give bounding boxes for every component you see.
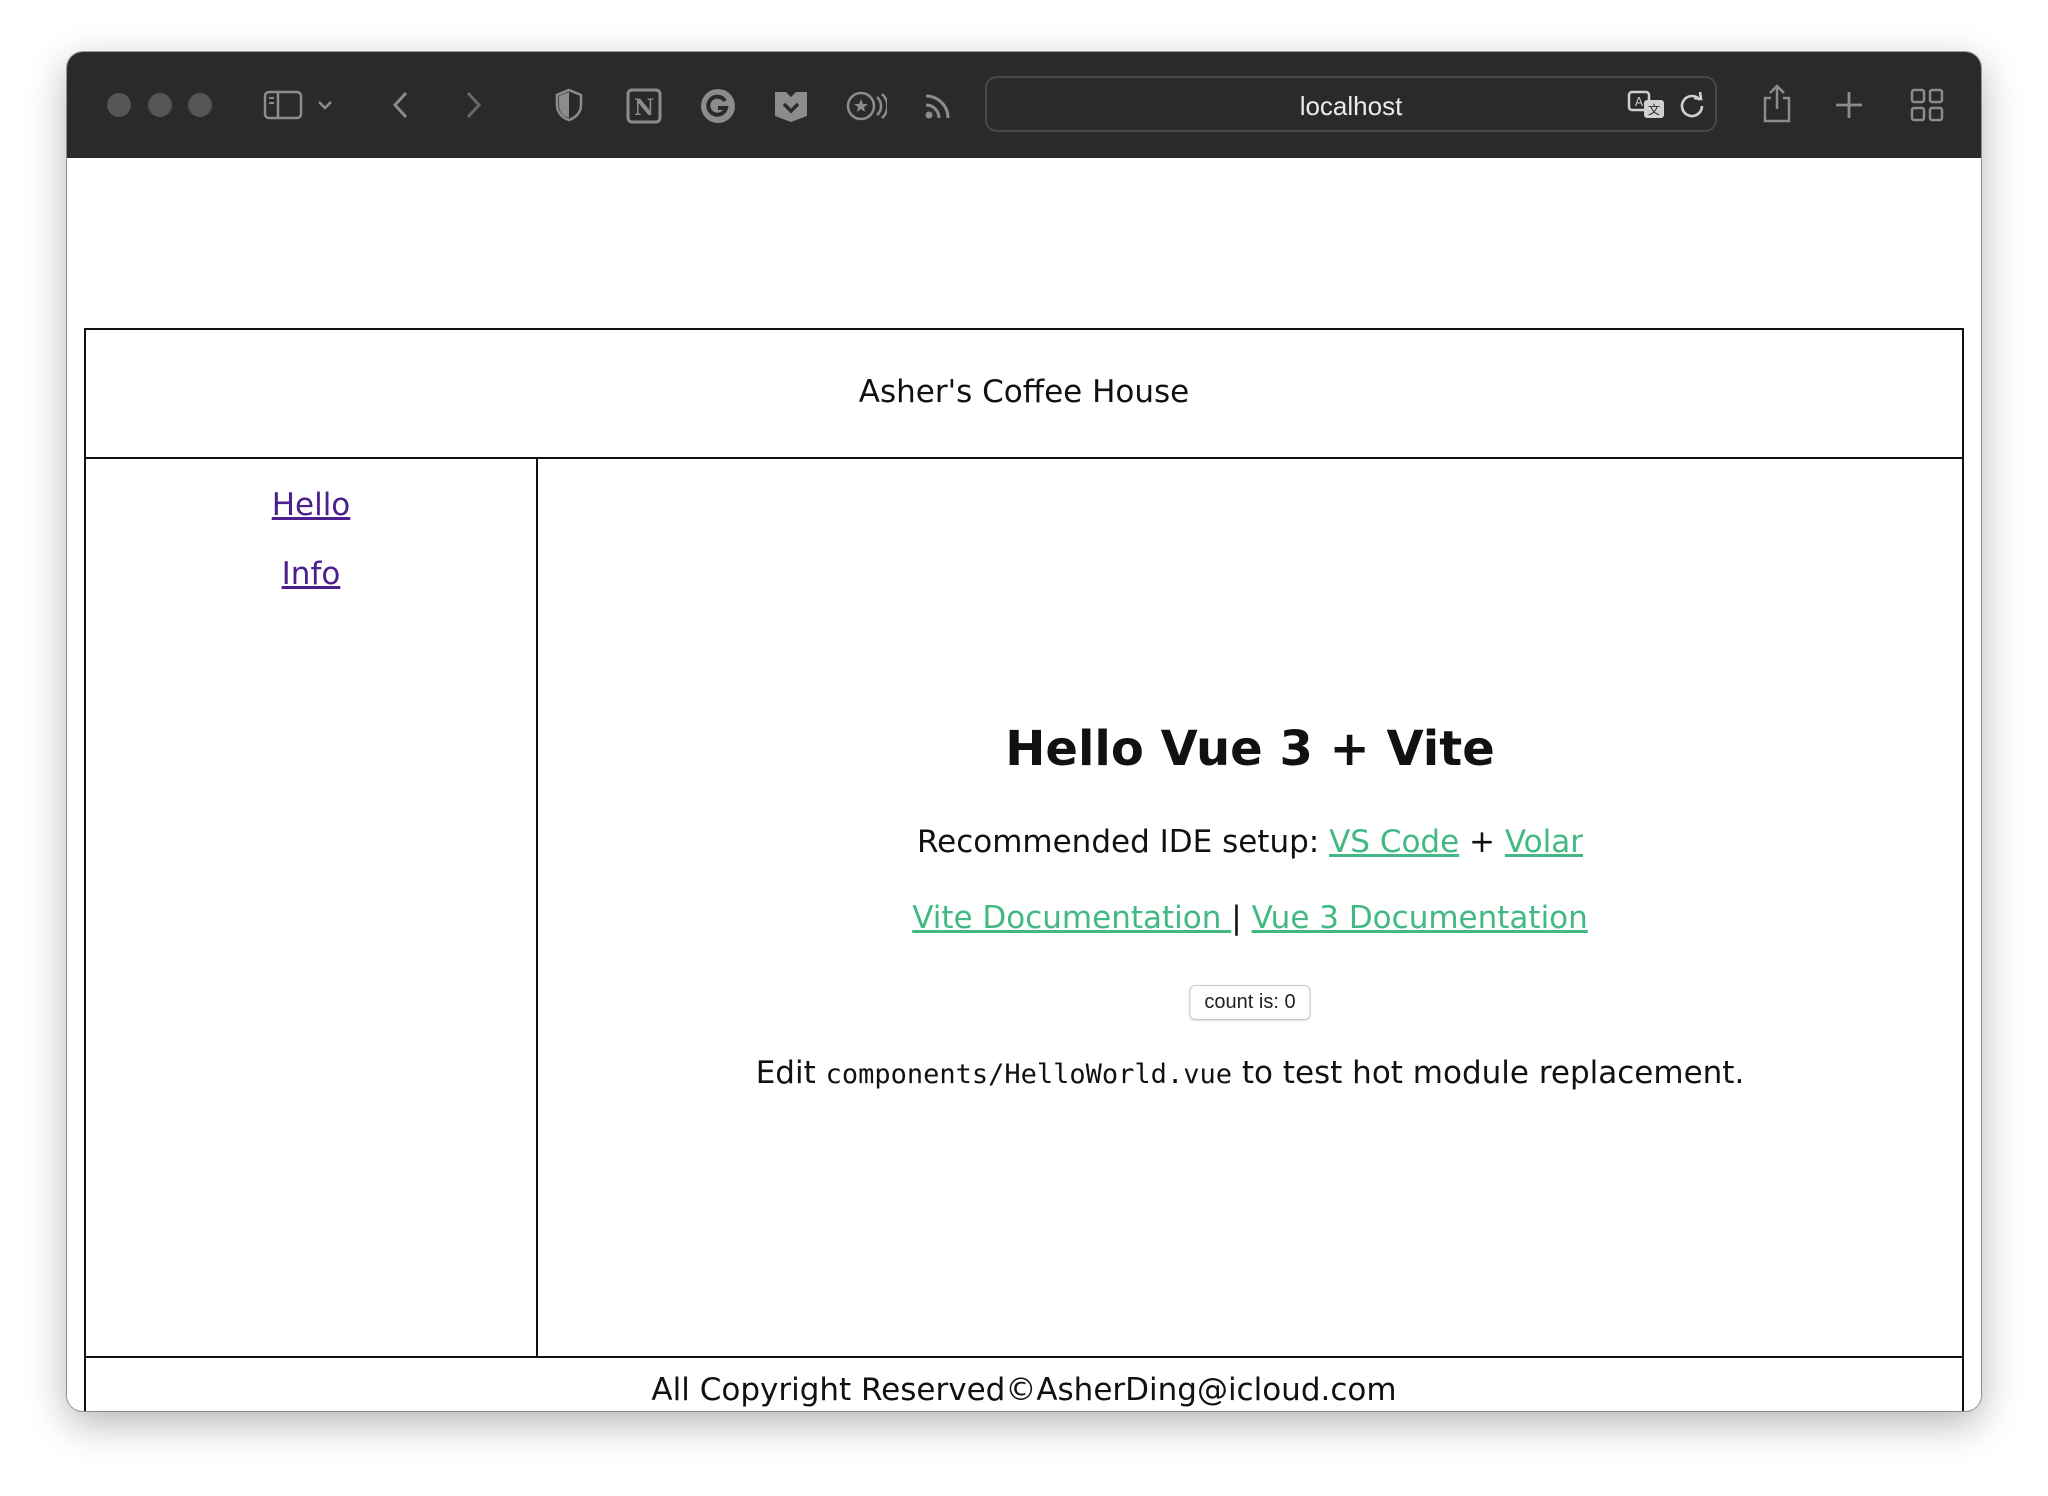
share-icon[interactable] [1759, 82, 1795, 126]
address-bar[interactable]: localhost A文 [985, 76, 1717, 132]
save-to-pocket-icon[interactable] [771, 87, 811, 125]
edit-prefix: Edit [755, 1055, 826, 1091]
svg-text:N: N [634, 95, 654, 121]
zoom-window-button[interactable] [188, 93, 212, 117]
reload-icon[interactable] [1677, 90, 1707, 120]
count-button[interactable]: count is: 0 [1189, 985, 1311, 1020]
sidebar-link-hello[interactable]: Hello [86, 487, 536, 523]
copyright-text: All Copyright Reserved©AsherDing@icloud.… [651, 1372, 1397, 1408]
vite-docs-link[interactable]: Vite Documentation [912, 900, 1231, 936]
edit-suffix: to test hot module replacement. [1231, 1055, 1745, 1091]
close-window-button[interactable] [107, 93, 131, 117]
docs-line: Vite Documentation | Vue 3 Documentation [538, 900, 1962, 936]
tab-overview-icon[interactable] [1909, 87, 1945, 123]
svg-text:文: 文 [1648, 102, 1660, 117]
edit-hint-line: Edit components/HelloWorld.vue to test h… [538, 1055, 1962, 1091]
page-header: Asher's Coffee House [86, 330, 1962, 459]
ide-setup-line: Recommended IDE setup: VS Code + Volar [538, 824, 1962, 860]
page-footer: All Copyright Reserved©AsherDing@icloud.… [86, 1356, 1962, 1411]
sidebar-link-info[interactable]: Info [86, 556, 536, 592]
new-tab-icon[interactable] [1833, 89, 1865, 121]
forward-icon[interactable] [461, 88, 485, 122]
layout-frame: Asher's Coffee House Hello Info Hello Vu… [84, 328, 1964, 1411]
screen: N localhost A文 Asher's Coffee House Hell… [0, 0, 2048, 1496]
sidebar-toggle-icon[interactable] [261, 88, 305, 122]
main-content: Hello Vue 3 + Vite Recommended IDE setup… [538, 459, 1962, 1356]
browser-toolbar: N localhost A文 [67, 52, 1981, 158]
chevron-down-icon[interactable] [315, 96, 335, 114]
rss-icon[interactable] [922, 89, 954, 123]
address-text: localhost [1299, 91, 1403, 121]
hello-heading: Hello Vue 3 + Vite [1005, 721, 1495, 777]
page-title: Asher's Coffee House [858, 374, 1190, 410]
sidebar: Hello Info [86, 459, 538, 1356]
vscode-link[interactable]: VS Code [1329, 824, 1459, 860]
translate-icon[interactable]: A文 [1627, 88, 1667, 122]
svg-text:A: A [1635, 95, 1644, 109]
minimize-window-button[interactable] [148, 93, 172, 117]
extension-star-icon[interactable] [845, 87, 887, 125]
vue-docs-link[interactable]: Vue 3 Documentation [1252, 900, 1588, 936]
back-icon[interactable] [389, 88, 413, 122]
docs-separator: | [1231, 900, 1242, 936]
browser-window: N localhost A文 Asher's Coffee House Hell… [67, 52, 1981, 1411]
volar-link[interactable]: Volar [1505, 824, 1583, 860]
web-page: Asher's Coffee House Hello Info Hello Vu… [67, 158, 1981, 1411]
ide-setup-label: Recommended IDE setup: [916, 824, 1330, 860]
plus-separator: + [1459, 824, 1505, 860]
notion-icon[interactable]: N [624, 87, 664, 125]
component-path-code: components/HelloWorld.vue [825, 1059, 1232, 1090]
shield-icon[interactable] [552, 87, 586, 123]
grammarly-icon[interactable] [698, 87, 738, 125]
